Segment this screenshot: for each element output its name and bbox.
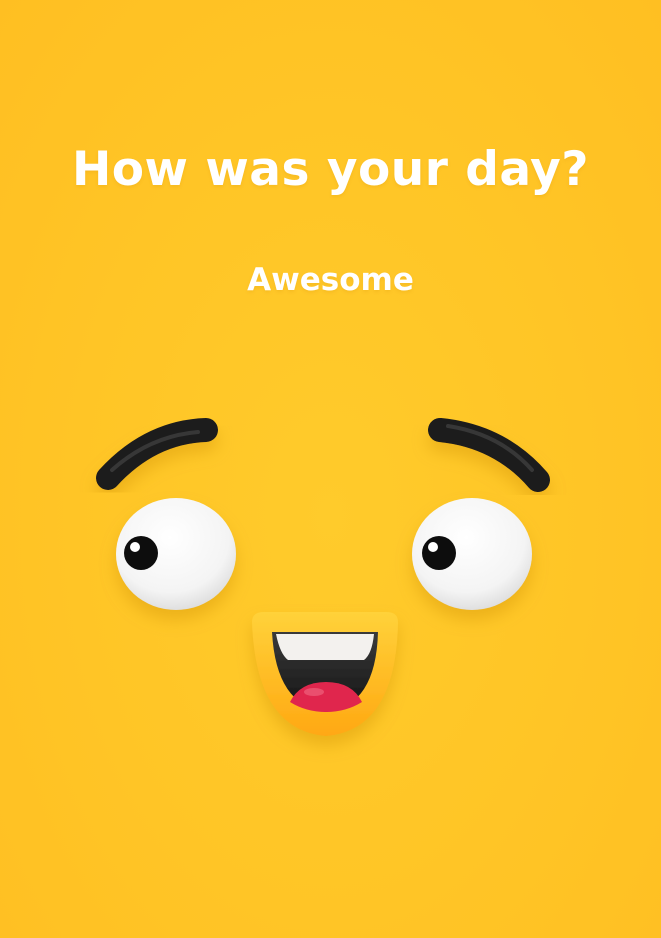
mood-screen: { "prompt": { "question": "How was your … <box>0 0 661 938</box>
happy-face-icon <box>96 418 550 736</box>
right-eye <box>412 498 532 610</box>
open-mouth <box>252 612 398 736</box>
left-eyebrow <box>96 418 218 490</box>
left-eye <box>116 498 236 610</box>
